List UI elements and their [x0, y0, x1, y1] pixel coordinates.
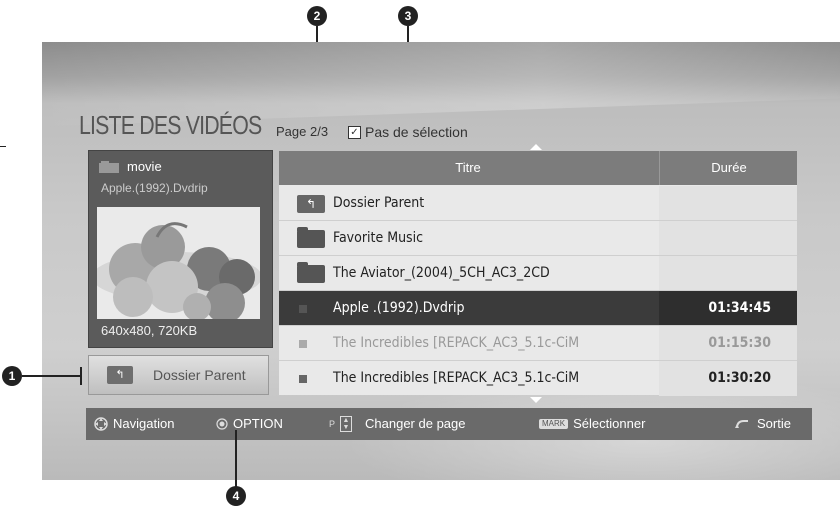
- video-list: Titre Durée ↰ Dossier Parent Favorite Mu…: [279, 151, 797, 396]
- preview-details: 640x480, 720KB: [101, 323, 198, 338]
- margin-dash: [0, 146, 6, 147]
- video-file-icon: [299, 340, 307, 348]
- folder-icon: [99, 160, 119, 173]
- navigation-label: Navigation: [113, 416, 175, 431]
- duration-cell: [659, 256, 797, 290]
- callout-1-bracket: [80, 367, 82, 385]
- callout-1: 1: [2, 366, 22, 386]
- folder-icon: [297, 227, 325, 248]
- folder-icon: [297, 262, 325, 283]
- navigation-dpad-icon: [94, 417, 108, 431]
- list-item-folder[interactable]: The Aviator_(2004)_5CH_AC3_2CD: [279, 256, 797, 291]
- item-name: The Incredibles [REPACK_AC3_5.1c-CiM: [333, 370, 580, 386]
- list-item-video[interactable]: The Incredibles [REPACK_AC3_5.1c-CiM 01:…: [279, 326, 797, 361]
- item-name: The Aviator_(2004)_5CH_AC3_2CD: [333, 265, 550, 281]
- video-file-icon: [299, 305, 307, 313]
- change-page-label: Changer de page: [365, 416, 466, 431]
- callout-3: 3: [398, 6, 418, 26]
- footer-exit: Sortie: [734, 408, 791, 440]
- footer-select: MARK Sélectionner: [539, 408, 645, 440]
- footer-navigation: Navigation: [94, 408, 174, 440]
- scroll-up-icon[interactable]: [530, 144, 542, 150]
- callout-4-line: [235, 430, 237, 488]
- p-key-label: P: [329, 419, 336, 429]
- item-name: Favorite Music: [333, 230, 424, 246]
- page-indicator: Page 2/3: [276, 124, 329, 139]
- video-file-icon: [299, 375, 307, 383]
- item-name: The Incredibles [REPACK_AC3_5.1c-CiM: [333, 335, 580, 351]
- callout-2: 2: [307, 6, 327, 26]
- mark-key-icon: MARK: [539, 419, 569, 429]
- remote-key-guide: Navigation OPTION P ▲ ▼ Changer de page M…: [86, 408, 812, 440]
- list-item-folder[interactable]: Favorite Music: [279, 221, 797, 256]
- folder-name: movie: [127, 159, 162, 174]
- callout-1-line: [22, 375, 80, 377]
- preview-panel: movie Apple.(1992).Dvdrip 640x480, 720KB: [88, 150, 273, 348]
- item-name: Dossier Parent: [333, 195, 425, 211]
- item-duration: 01:34:45: [708, 300, 771, 316]
- exit-label: Sortie: [757, 416, 791, 431]
- back-arrow-icon: ↰: [297, 195, 325, 213]
- footer-change-page: P ▲ ▼ Changer de page: [329, 408, 466, 440]
- title-column-header[interactable]: Titre: [279, 151, 657, 185]
- list-item-video[interactable]: The Incredibles [REPACK_AC3_5.1c-CiM 01:…: [279, 361, 797, 396]
- page-key-icon: ▲ ▼: [340, 416, 353, 432]
- checkbox-icon[interactable]: ✓: [348, 125, 361, 139]
- preview-filename: Apple.(1992).Dvdrip: [101, 181, 208, 195]
- item-duration: 01:30:20: [708, 370, 771, 386]
- select-label: Sélectionner: [573, 416, 646, 431]
- page-title: LISTE DES VIDÉOS: [79, 110, 262, 140]
- back-arrow-icon: ↰: [107, 366, 133, 384]
- scroll-down-icon[interactable]: [530, 397, 542, 403]
- folder-label: movie: [99, 159, 162, 174]
- callout-4: 4: [226, 486, 246, 506]
- fruit-thumbnail: [97, 207, 260, 319]
- option-label: OPTION: [233, 416, 283, 431]
- item-duration: 01:15:30: [708, 335, 771, 351]
- selection-label: Pas de sélection: [365, 124, 468, 140]
- duration-column-header[interactable]: Durée: [659, 151, 798, 185]
- duration-cell: [659, 221, 797, 255]
- list-item-video-selected[interactable]: Apple .(1992).Dvdrip 01:34:45: [279, 291, 797, 326]
- list-header: Titre Durée: [279, 151, 797, 185]
- duration-cell: [659, 186, 797, 220]
- parent-folder-button[interactable]: ↰ Dossier Parent: [88, 355, 269, 395]
- ok-button-icon: [216, 418, 228, 430]
- list-item-parent[interactable]: ↰ Dossier Parent: [279, 186, 797, 221]
- item-name: Apple .(1992).Dvdrip: [333, 300, 465, 316]
- footer-option: OPTION: [216, 408, 283, 440]
- back-arrow-icon: [735, 420, 748, 429]
- selection-status[interactable]: ✓ Pas de sélection: [348, 124, 468, 140]
- parent-folder-button-label: Dossier Parent: [153, 367, 246, 383]
